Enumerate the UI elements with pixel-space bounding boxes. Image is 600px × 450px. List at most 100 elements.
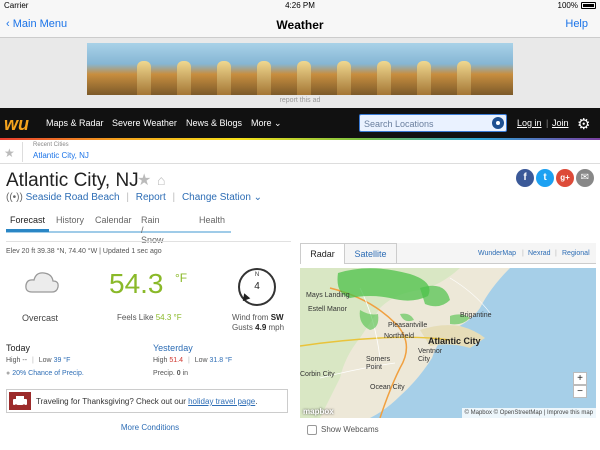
today-low-value: 39 °F — [53, 357, 71, 364]
map-attribution[interactable]: © Mapbox © OpenStreetMap | Improve this … — [461, 408, 596, 418]
travel-banner: Traveling for Thanksgiving? Check out ou… — [6, 389, 288, 413]
ad-banner-image[interactable] — [87, 43, 513, 95]
google-plus-share-icon[interactable]: g+ — [556, 169, 574, 187]
yesterday-high-value: 51.4 — [169, 357, 183, 364]
tab-rain-snow[interactable]: Rain / Snow — [141, 214, 164, 245]
gusts-unit: mph — [268, 323, 285, 332]
today-low-label: Low — [38, 357, 52, 364]
station-row: ((•)) Seaside Road Beach | Report | Chan… — [6, 192, 262, 203]
today-hi-lo: High -- | Low 39 °F — [6, 357, 70, 364]
locate-icon[interactable] — [492, 117, 504, 129]
ad-zone: report this ad — [0, 38, 600, 108]
tab-health[interactable]: Health — [199, 214, 225, 232]
map-label-ventnor-city: Ventnor City — [418, 348, 443, 363]
yesterday-heading-link[interactable]: Yesterday — [153, 343, 193, 353]
map-label-pleasantville: Pleasantville — [388, 322, 428, 329]
map-label-somers-point: Somers Point — [366, 356, 391, 371]
ios-status-bar: Carrier 4:26 PM 100% — [0, 0, 600, 12]
yesterday-precip-value: 0 — [176, 370, 181, 377]
site-header: wu Maps & Radar Severe Weather News & Bl… — [0, 108, 600, 138]
gusts-line: Gusts 4.9 mph — [232, 323, 284, 333]
chevron-down-icon: ⌄ — [253, 192, 263, 203]
location-title: Atlantic City, NJ — [6, 170, 139, 191]
app-nav-bar: ‹ Main Menu Weather Help — [0, 12, 600, 38]
yesterday-high-label: High — [153, 357, 168, 364]
gear-icon[interactable]: ⚙ — [577, 115, 590, 133]
map-label-brigantine: Brigantine — [460, 312, 492, 319]
star-icon[interactable]: ★ — [4, 146, 15, 160]
cloud-icon — [25, 272, 59, 293]
wind-from-label: Wind from — [232, 313, 269, 322]
map-label-mays-landing: Mays Landing — [306, 292, 350, 299]
yesterday-precip-label: Precip. — [153, 370, 175, 377]
divider — [6, 241, 291, 242]
wundermap-link[interactable]: WunderMap — [478, 250, 516, 257]
separator: | — [555, 250, 557, 257]
gusts-label: Gusts — [232, 323, 253, 332]
map-label-estell-manor: Estell Manor — [308, 306, 347, 313]
separator: | — [522, 250, 524, 257]
battery-icon — [581, 2, 596, 9]
nav-title: Weather — [276, 18, 324, 32]
login-link[interactable]: Log in — [517, 118, 542, 128]
yesterday-precip-unit: in — [182, 370, 189, 377]
tab-satellite[interactable]: Satellite — [345, 243, 397, 264]
regional-link[interactable]: Regional — [562, 250, 590, 257]
map-label-corbin-city: Corbin City — [300, 371, 335, 378]
recent-city-link[interactable]: Atlantic City, NJ — [33, 151, 89, 160]
elevation-updated-line: Elev 20 ft 39.38 °N, 74.40 °W | Updated … — [6, 248, 162, 255]
nexrad-link[interactable]: Nexrad — [528, 250, 551, 257]
nav-more-label: More — [251, 118, 272, 128]
tab-calendar[interactable]: Calendar — [95, 214, 132, 232]
yesterday-hi-lo: High 51.4 | Low 31.8 °F — [153, 357, 232, 364]
help-button[interactable]: Help — [565, 18, 588, 30]
webcams-checkbox[interactable] — [307, 425, 317, 435]
station-separator: | — [126, 192, 129, 203]
separator: | — [31, 357, 34, 364]
radar-map[interactable]: Mays Landing Estell Manor Pleasantville … — [300, 268, 596, 418]
today-heading: Today — [6, 343, 31, 353]
tab-history[interactable]: History — [56, 214, 84, 232]
travel-message: Traveling for Thanksgiving? Check out ou… — [36, 397, 186, 406]
favorite-star-icon[interactable]: ★ — [137, 170, 151, 190]
feels-like-label: Feels Like — [117, 313, 154, 322]
wu-logo[interactable]: wu — [4, 114, 29, 135]
travel-suffix: . — [255, 397, 258, 406]
facebook-share-icon[interactable]: f — [516, 169, 534, 187]
nav-severe-weather[interactable]: Severe Weather — [112, 118, 177, 128]
twitter-share-icon[interactable]: t — [536, 169, 554, 187]
holiday-travel-link[interactable]: holiday travel page — [188, 397, 255, 406]
recent-cities-bar: ★ Recent Cities Atlantic City, NJ — [0, 140, 600, 164]
tab-forecast[interactable]: Forecast — [6, 214, 50, 232]
map-label-atlantic-city: Atlantic City — [428, 336, 481, 346]
tab-radar[interactable]: Radar — [300, 243, 345, 264]
condition-label: Overcast — [22, 313, 59, 323]
search-input[interactable] — [364, 117, 482, 130]
wind-compass: N 4 — [238, 268, 276, 306]
email-share-icon[interactable]: ✉ — [576, 169, 594, 187]
feels-like: Feels Like 54.3 °F — [117, 313, 182, 322]
yesterday-low-value: 31.8 °F — [209, 357, 233, 364]
mapbox-logo[interactable]: mapbox — [303, 407, 334, 416]
chance-of-precip-link[interactable]: ● 20% Chance of Precip. — [6, 370, 84, 377]
nav-news-blogs[interactable]: News & Blogs — [186, 118, 242, 128]
report-ad-link[interactable]: report this ad — [0, 97, 600, 104]
report-link[interactable]: Report — [136, 192, 166, 203]
wind-info: Wind from SW Gusts 4.9 mph — [232, 313, 284, 333]
join-link[interactable]: Join — [552, 118, 569, 128]
station-broadcast-icon: ((•)) — [6, 192, 23, 203]
nav-maps-radar[interactable]: Maps & Radar — [46, 118, 104, 128]
car-icon — [9, 392, 31, 410]
station-name-link[interactable]: Seaside Road Beach — [26, 192, 120, 203]
change-station-link[interactable]: Change Station ⌄ — [182, 192, 262, 203]
home-icon[interactable]: ⌂ — [157, 172, 165, 188]
map-tabs-bar: Radar Satellite WunderMap | Nexrad | Reg… — [300, 243, 596, 264]
wind-from-value: SW — [270, 313, 284, 322]
precip-percent: 20% — [12, 370, 27, 377]
nav-more[interactable]: More ⌄ — [251, 118, 282, 129]
zoom-in-button[interactable]: + — [573, 372, 587, 385]
more-conditions-link[interactable]: More Conditions — [0, 423, 300, 432]
app-root: Carrier 4:26 PM 100% ‹ Main Menu Weather… — [0, 0, 600, 450]
zoom-out-button[interactable]: − — [573, 385, 587, 398]
raindrop-icon: ● — [6, 370, 11, 377]
